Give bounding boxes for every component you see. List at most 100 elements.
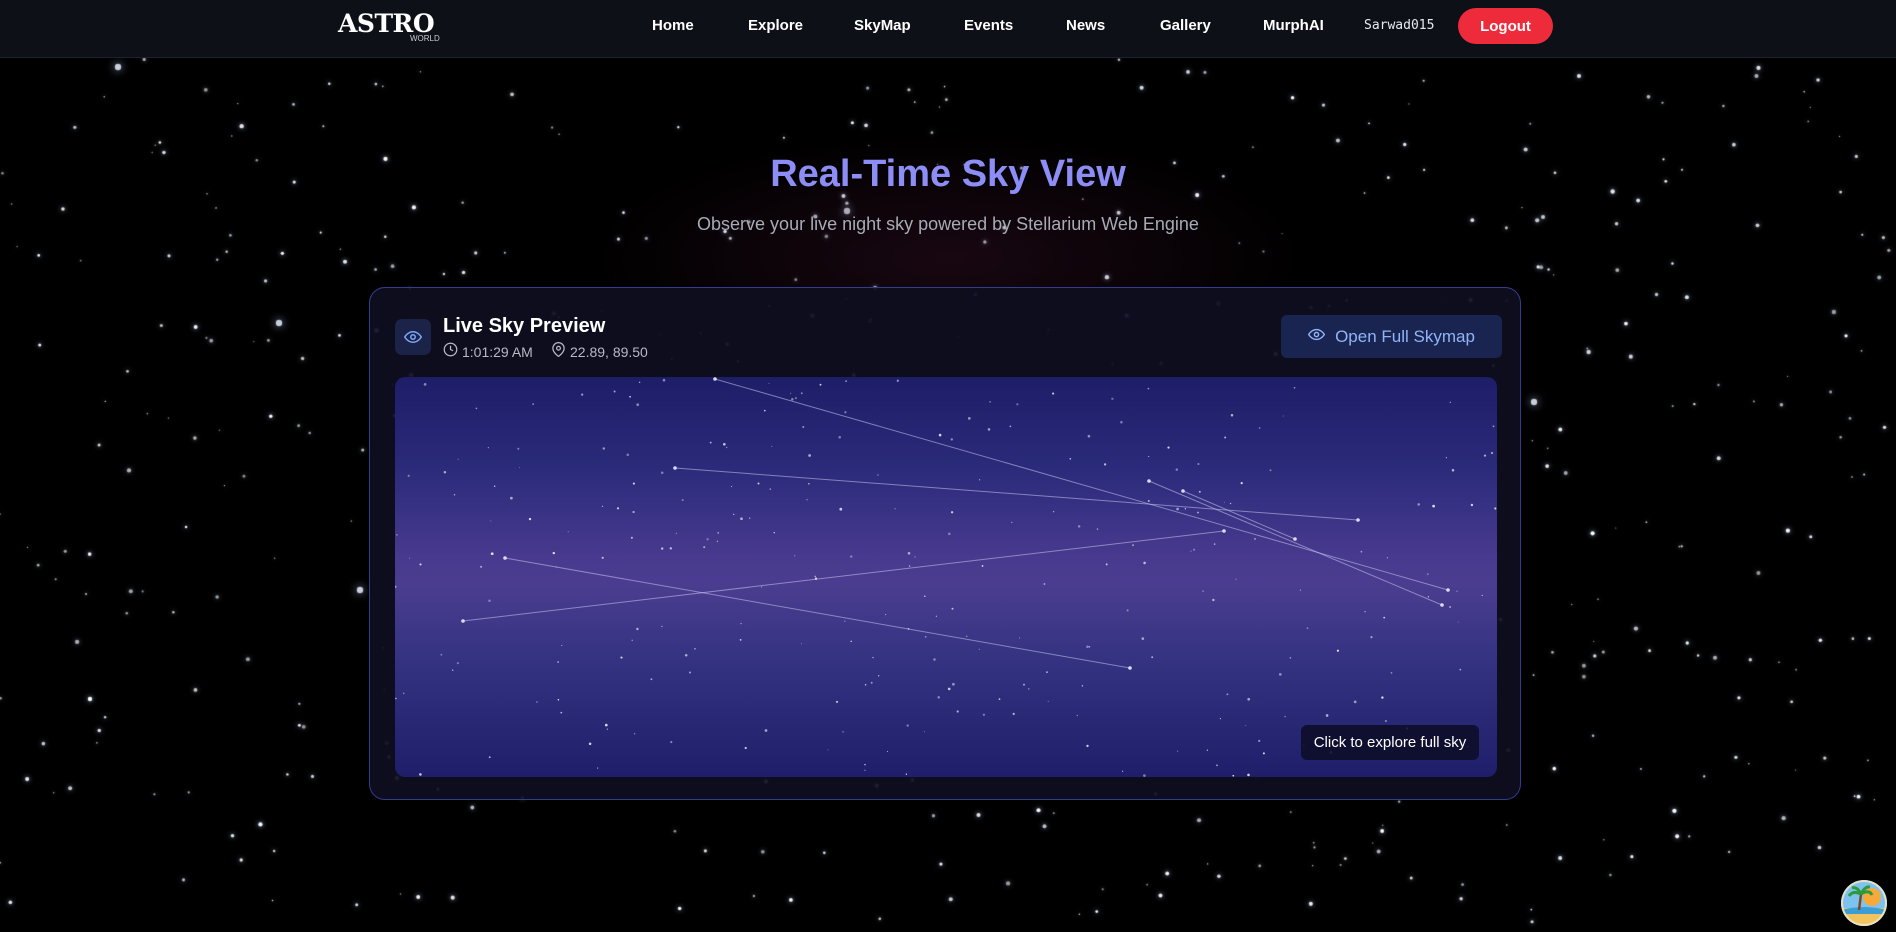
preview-star: [453, 494, 456, 496]
preview-star: [982, 713, 986, 716]
time-display: 1:01:29 AM: [443, 342, 533, 361]
preview-star: [1383, 616, 1386, 619]
nav-skymap[interactable]: SkyMap: [854, 16, 911, 36]
preview-star: [561, 644, 563, 647]
preview-star: [490, 520, 492, 522]
preview-star: [1226, 693, 1229, 696]
preview-star: [808, 454, 811, 457]
preview-star: [981, 564, 984, 567]
preview-star: [1427, 596, 1430, 598]
preview-star: [864, 684, 867, 686]
preview-star: [1494, 507, 1497, 510]
preview-star: [923, 595, 926, 598]
preview-star: [844, 411, 847, 414]
preview-star: [490, 552, 494, 556]
preview-star: [669, 547, 672, 550]
preview-star: [1126, 609, 1129, 612]
preview-star: [716, 540, 719, 543]
preview-star: [838, 436, 841, 439]
preview-star: [396, 534, 398, 536]
astro-world-logo[interactable]: ASTRO WORLD: [338, 9, 440, 43]
logout-button[interactable]: Logout: [1458, 8, 1553, 44]
sky-preview-canvas[interactable]: Click to explore full sky: [395, 377, 1497, 777]
preview-star: [536, 701, 538, 703]
preview-star: [773, 532, 775, 534]
preview-star: [1028, 688, 1030, 690]
preview-star: [967, 417, 971, 420]
preview-star: [835, 700, 839, 703]
preview-star: [632, 482, 635, 485]
nav-home[interactable]: Home: [652, 16, 694, 36]
preview-star: [395, 697, 397, 700]
preview-star: [1096, 528, 1099, 530]
preview-star: [1216, 764, 1218, 767]
preview-star: [908, 565, 911, 567]
user-avatar[interactable]: [1841, 880, 1887, 926]
preview-star: [451, 669, 454, 671]
preview-star: [1445, 457, 1447, 459]
preview-star: [557, 661, 559, 663]
preview-star: [1336, 649, 1340, 652]
preview-star: [800, 392, 803, 395]
preview-star: [1229, 502, 1232, 505]
eye-icon: [395, 319, 431, 355]
preview-star: [632, 510, 635, 514]
page-subtitle: Observe your live night sky powered by S…: [697, 214, 1199, 234]
preview-star: [1456, 590, 1458, 592]
preview-star: [896, 379, 899, 382]
open-full-skymap-button[interactable]: Open Full Skymap: [1281, 315, 1502, 358]
preview-star: [1052, 392, 1055, 395]
preview-star: [1148, 456, 1150, 458]
preview-star: [662, 378, 666, 382]
preview-star: [588, 742, 592, 746]
preview-star: [709, 441, 712, 444]
preview-star: [633, 732, 636, 735]
preview-star: [532, 403, 534, 405]
preview-star: [878, 675, 880, 677]
preview-star: [839, 507, 843, 511]
preview-star: [706, 538, 709, 541]
preview-star: [760, 586, 763, 588]
preview-star: [1069, 457, 1072, 460]
preview-star: [1490, 451, 1494, 455]
preview-star: [802, 426, 805, 428]
preview-star: [1184, 508, 1187, 510]
preview-star: [717, 532, 720, 534]
preview-star: [1278, 673, 1282, 676]
constellation-star: [1181, 489, 1185, 493]
preview-star: [1432, 504, 1435, 508]
preview-star: [744, 746, 747, 750]
preview-star: [419, 773, 422, 776]
preview-star: [630, 536, 633, 539]
logo-subtext: WORLD: [410, 34, 440, 43]
preview-star: [528, 517, 532, 521]
preview-star: [1459, 668, 1462, 671]
preview-star: [1481, 594, 1483, 596]
preview-star: [864, 763, 866, 766]
preview-star: [567, 531, 569, 533]
preview-star: [1245, 724, 1247, 727]
preview-star: [604, 723, 608, 727]
nav-gallery[interactable]: Gallery: [1160, 16, 1211, 36]
preview-star: [769, 488, 772, 490]
preview-star: [1120, 420, 1123, 424]
preview-star: [456, 661, 460, 665]
nav-news[interactable]: News: [1066, 16, 1105, 36]
preview-star: [914, 556, 916, 558]
preview-star: [602, 447, 606, 450]
preview-star: [1213, 543, 1216, 545]
clock-icon: [443, 342, 462, 361]
nav-explore[interactable]: Explore: [748, 16, 803, 36]
preview-star: [938, 433, 942, 437]
constellation-star: [1446, 588, 1450, 592]
time-value: 1:01:29 AM: [462, 343, 533, 360]
constellation-line: [674, 467, 1359, 521]
preview-star: [1009, 425, 1012, 428]
nav-events[interactable]: Events: [964, 16, 1013, 36]
preview-star: [597, 767, 599, 769]
preview-star: [1384, 719, 1387, 723]
preview-star: [726, 446, 728, 449]
nav-murphai[interactable]: MurphAI: [1263, 16, 1324, 36]
preview-star: [1022, 683, 1026, 686]
preview-star: [407, 474, 410, 477]
